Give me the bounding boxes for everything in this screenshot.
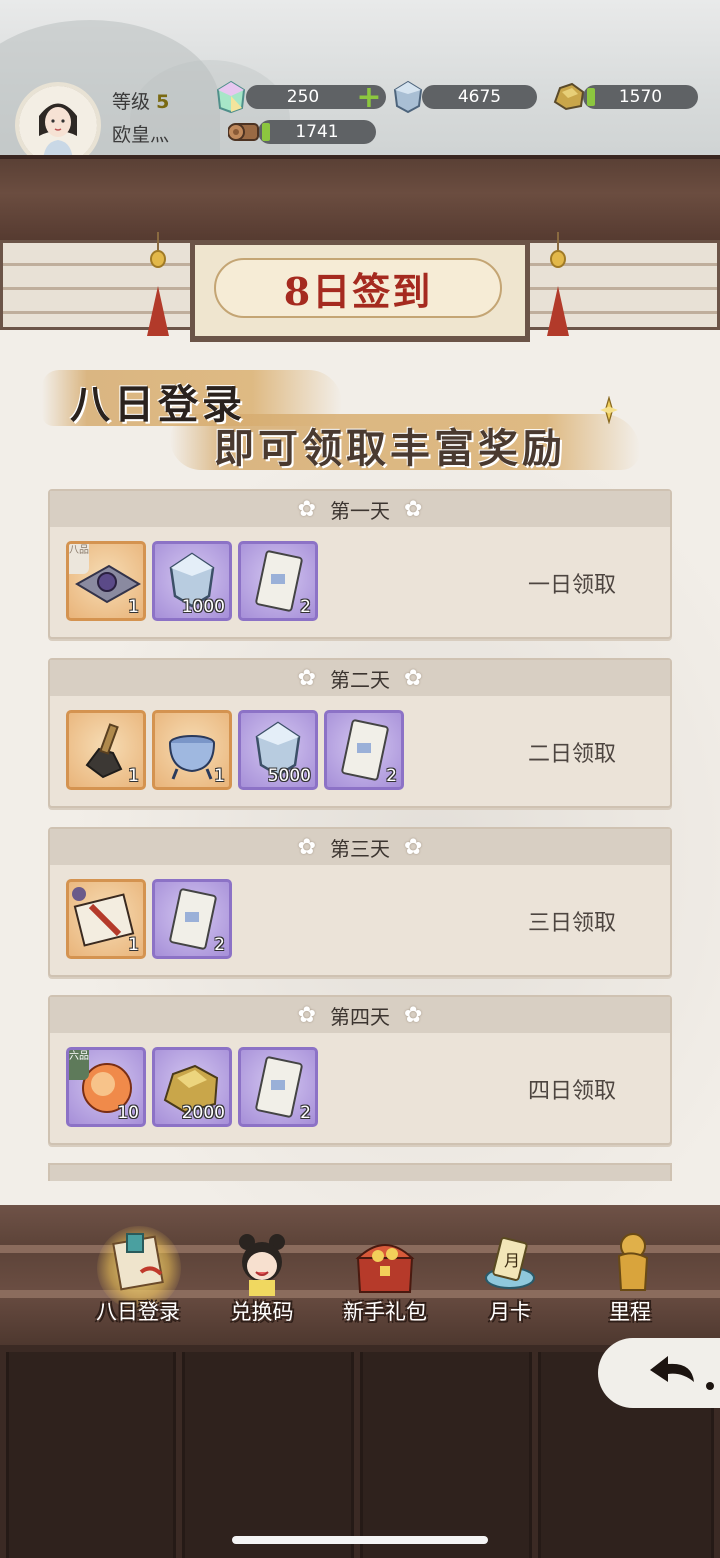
nav-starter-pack[interactable]: 新手礼包 <box>325 1228 445 1328</box>
right-tassel <box>547 286 569 336</box>
level-value: 5 <box>156 91 170 113</box>
day-title: 第三天 <box>330 836 390 861</box>
nav-label: 里程 <box>609 1300 651 1324</box>
reward-item[interactable]: 八品 1 <box>66 541 146 621</box>
item-quantity: 1000 <box>181 597 225 617</box>
reward-item[interactable]: 2 <box>152 879 232 959</box>
silver-resource-bar: 4675 <box>422 85 537 109</box>
flower-icon: ✿ <box>297 1002 316 1028</box>
item-quantity: 2 <box>386 766 397 786</box>
nav-milestone[interactable]: 里程 <box>580 1228 680 1328</box>
right-lantern-ornament <box>550 250 566 268</box>
golden-statue-icon <box>617 1233 649 1291</box>
item-quantity: 1 <box>128 935 139 955</box>
item-quantity: 2000 <box>181 1103 225 1123</box>
day-header: ✿ 第四天 ✿ <box>50 997 670 1033</box>
claim-button[interactable]: 四日领取 <box>528 1073 616 1105</box>
day-header: ✿ 第三天 ✿ <box>50 829 670 865</box>
silver-value: 4675 <box>457 87 502 107</box>
item-quantity: 1 <box>128 766 139 786</box>
month-card-icon: 月 <box>485 1237 535 1289</box>
flower-icon: ✿ <box>297 496 316 522</box>
item-quantity: 2 <box>300 1103 311 1123</box>
reward-item[interactable]: 1 <box>66 710 146 790</box>
svg-text:月: 月 <box>504 1251 520 1270</box>
back-button[interactable] <box>598 1338 720 1408</box>
day-title: 第二天 <box>330 667 390 692</box>
wood-log-icon <box>228 123 259 141</box>
item-quantity: 2 <box>300 597 311 617</box>
wood-resource-bar: 1741 <box>258 120 376 144</box>
left-tassel <box>147 286 169 336</box>
scroll-calendar-icon <box>112 1233 164 1291</box>
jade-gem-icon <box>216 80 246 114</box>
nav-redeem-code[interactable]: 兑换码 <box>202 1228 322 1328</box>
day-card-5-partial <box>48 1163 672 1181</box>
left-lantern-ornament <box>150 250 166 268</box>
reward-item[interactable]: 六品 10 <box>66 1047 146 1127</box>
flower-icon: ✿ <box>404 834 423 860</box>
grade-tag: 六品 <box>69 1050 89 1080</box>
day-header: ✿ 第一天 ✿ <box>50 491 670 527</box>
wood-value: 1741 <box>295 122 339 142</box>
flower-icon: ✿ <box>297 834 316 860</box>
day-card-3: ✿ 第三天 ✿ 1 2 三日领取 <box>48 827 672 977</box>
reward-item[interactable]: 2 <box>238 1047 318 1127</box>
girl-character-icon <box>239 1234 285 1296</box>
add-jade-button[interactable]: + <box>355 83 383 113</box>
claim-button[interactable]: 一日领取 <box>528 567 616 599</box>
sparkle-icon <box>600 396 618 424</box>
item-quantity: 1 <box>214 766 225 786</box>
jade-value: 250 <box>286 87 320 107</box>
reward-item[interactable]: 1 <box>66 879 146 959</box>
nav-label: 兑换码 <box>230 1300 294 1324</box>
flower-icon: ✿ <box>404 496 423 522</box>
gold-resource-bar: 1570 <box>583 85 698 109</box>
item-quantity: 1 <box>128 597 139 617</box>
flower-icon: ✿ <box>297 665 316 691</box>
player-name: 欧皇灬 <box>112 124 170 146</box>
claim-button[interactable]: 二日领取 <box>528 736 616 768</box>
flower-icon: ✿ <box>404 665 423 691</box>
home-indicator[interactable] <box>232 1536 488 1544</box>
grade-tag: 八品 <box>69 544 89 574</box>
flower-icon: ✿ <box>404 1002 423 1028</box>
page-title: 8日签到 <box>283 268 433 314</box>
reward-item[interactable]: 1000 <box>152 541 232 621</box>
item-quantity: 5000 <box>267 766 311 786</box>
reward-item[interactable]: 2 <box>238 541 318 621</box>
gold-ore-icon <box>553 82 585 111</box>
day-card-2: ✿ 第二天 ✿ 1 1 5000 2 二日领取 <box>48 658 672 808</box>
nav-label: 八日登录 <box>96 1300 180 1324</box>
day-card-4: ✿ 第四天 ✿ 六品 10 2000 2 四日领取 <box>48 995 672 1145</box>
day-header: ✿ 第二天 ✿ <box>50 660 670 696</box>
reward-item[interactable]: 2 <box>324 710 404 790</box>
treasure-chest-icon <box>355 1244 415 1293</box>
item-quantity: 10 <box>117 1103 139 1123</box>
reward-item[interactable]: 1 <box>152 710 232 790</box>
gold-value: 1570 <box>618 87 663 107</box>
slogan-line-2: 即可领取丰富奖励 <box>214 425 566 472</box>
day-title: 第四天 <box>330 1004 390 1029</box>
nav-label: 新手礼包 <box>343 1300 427 1324</box>
level-label: 等级 5 <box>112 91 170 113</box>
nav-monthly-card[interactable]: 月 月卡 <box>450 1228 570 1328</box>
day-title: 第一天 <box>330 498 390 523</box>
nav-label: 月卡 <box>489 1300 531 1324</box>
back-arrow-icon <box>650 1356 714 1390</box>
day-card-1: ✿ 第一天 ✿ 八品 1 1000 2 一日领取 <box>48 489 672 639</box>
reward-item[interactable]: 5000 <box>238 710 318 790</box>
reward-item[interactable]: 2000 <box>152 1047 232 1127</box>
claim-button[interactable]: 三日领取 <box>528 905 616 937</box>
item-quantity: 2 <box>214 935 225 955</box>
nav-eight-day-login[interactable]: 八日登录 <box>78 1228 198 1328</box>
roof-beam <box>0 155 720 245</box>
silver-crystal-icon <box>393 80 423 114</box>
